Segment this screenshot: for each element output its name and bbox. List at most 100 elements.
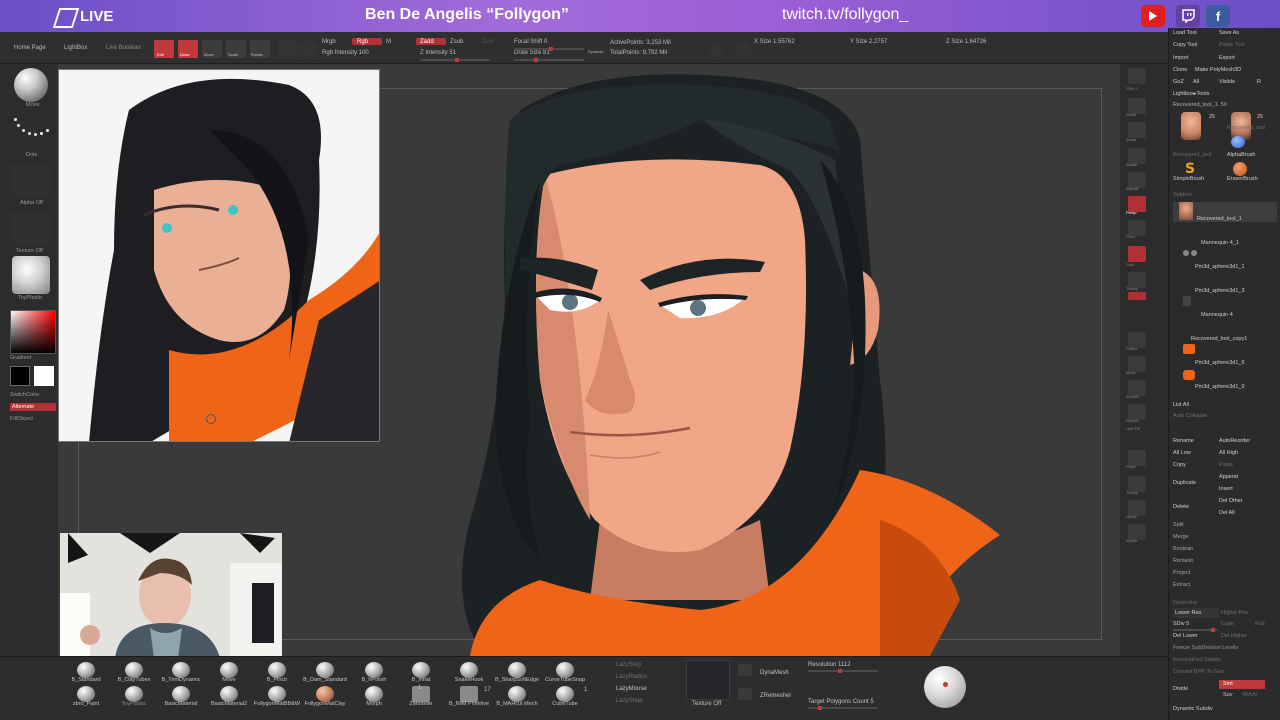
paste-button[interactable]: Paste bbox=[1219, 462, 1233, 468]
lightbox-tools-button[interactable]: Lightbox▸Tools bbox=[1173, 91, 1209, 97]
draw-size-slider[interactable]: Draw Size 81 bbox=[514, 50, 550, 56]
fill-object-button[interactable]: FillObject bbox=[10, 416, 33, 422]
freeze-subdiv-button[interactable]: Freeze SubDivision Levels bbox=[1173, 645, 1238, 651]
texture-slot[interactable] bbox=[10, 212, 50, 246]
target-polygons-slider[interactable]: Target Polygons Count 5 bbox=[808, 699, 874, 705]
solo-icon[interactable] bbox=[1128, 246, 1146, 262]
switch-color-button[interactable]: SwitchColor bbox=[10, 392, 39, 398]
rstr-button[interactable]: Rstr bbox=[1255, 621, 1265, 627]
cage-button[interactable]: Cage bbox=[1221, 621, 1234, 627]
z-intensity-track[interactable] bbox=[420, 58, 490, 62]
dynamic-toggle[interactable]: Dynamic bbox=[588, 49, 604, 54]
brush-icon[interactable] bbox=[125, 662, 143, 678]
reuv-toggle[interactable]: ReUV bbox=[1243, 692, 1258, 698]
project-menu[interactable]: Project bbox=[1173, 570, 1190, 576]
zoom-icon[interactable] bbox=[1128, 122, 1146, 138]
geometry-header[interactable]: Geometry bbox=[1173, 600, 1197, 606]
eraser-brush-icon[interactable] bbox=[1233, 162, 1247, 176]
lazy-step-slider[interactable]: LazyStep bbox=[616, 662, 641, 668]
mrgb-button[interactable]: Mrgb bbox=[322, 39, 336, 45]
brush-icon[interactable] bbox=[268, 662, 286, 678]
brush-icon[interactable] bbox=[316, 662, 334, 678]
draw-size-track[interactable] bbox=[514, 58, 584, 62]
auto-collapse-button[interactable]: Auto Collapse bbox=[1173, 413, 1207, 419]
clone-button[interactable]: Clone bbox=[1173, 67, 1187, 73]
divide-button[interactable]: Divide bbox=[1173, 686, 1188, 692]
make-polymesh-button[interactable]: Make PolyMesh3D bbox=[1195, 67, 1241, 73]
brush-icon[interactable] bbox=[412, 662, 430, 678]
merge-menu[interactable]: Merge bbox=[1173, 534, 1189, 540]
zcut-button[interactable]: Zcut bbox=[482, 39, 494, 45]
copy-tool-button[interactable]: Copy Tool bbox=[1173, 42, 1197, 48]
del-all-button[interactable]: Del All bbox=[1219, 510, 1235, 516]
texture-slot-bottom[interactable] bbox=[686, 660, 730, 700]
brush-icon[interactable] bbox=[220, 686, 238, 702]
resolution-slider[interactable]: Resolution 1112 bbox=[808, 662, 850, 668]
simple-brush-icon[interactable]: S bbox=[1185, 162, 1199, 176]
brush-icon[interactable] bbox=[268, 686, 286, 702]
eye-icon[interactable] bbox=[1191, 250, 1197, 256]
zremesher-icon[interactable] bbox=[738, 688, 752, 700]
lazy-mouse-toggle[interactable]: LazyMouse bbox=[616, 686, 647, 692]
del-higher-button[interactable]: Del Higher bbox=[1221, 633, 1247, 639]
zsub-button[interactable]: Zsub bbox=[450, 39, 463, 45]
save-as-button[interactable]: Save As bbox=[1219, 30, 1239, 36]
sdiv-slider[interactable]: SDiv 5 bbox=[1173, 621, 1189, 627]
zremesher-button[interactable]: ZRemesher bbox=[760, 693, 791, 699]
all-high-button[interactable]: All High bbox=[1219, 450, 1238, 456]
export-button[interactable]: Export bbox=[1219, 55, 1235, 61]
delete-button[interactable]: Delete bbox=[1173, 504, 1189, 510]
del-lower-button[interactable]: Del Lower bbox=[1173, 633, 1198, 639]
goz-visible-button[interactable]: Visible bbox=[1219, 79, 1235, 85]
brush-icon[interactable] bbox=[508, 686, 526, 702]
z-intensity-slider[interactable]: Z Intensity 51 bbox=[420, 50, 456, 56]
list-all-button[interactable]: List All bbox=[1173, 402, 1189, 408]
goz-button[interactable]: GoZ bbox=[1173, 79, 1184, 85]
secondary-color-swatch[interactable] bbox=[10, 366, 30, 386]
home-page-button[interactable]: Home Page bbox=[14, 45, 46, 51]
color-picker[interactable] bbox=[10, 310, 56, 354]
load-tool-button[interactable]: Load Tool bbox=[1173, 30, 1197, 36]
rename-button[interactable]: Rename bbox=[1173, 438, 1194, 444]
boolean-menu[interactable]: Boolean bbox=[1173, 546, 1193, 552]
higher-res-button[interactable]: Higher Res bbox=[1221, 610, 1249, 616]
brush-icon[interactable] bbox=[125, 686, 143, 702]
brush-icon[interactable] bbox=[365, 686, 383, 702]
alpha-slot[interactable] bbox=[10, 164, 50, 198]
tool-thumb-head[interactable] bbox=[1181, 112, 1201, 140]
dynamesh-icon[interactable] bbox=[738, 664, 752, 676]
brush-icon[interactable] bbox=[460, 686, 478, 702]
alpha-brush-icon[interactable] bbox=[1231, 136, 1245, 148]
brush-icon[interactable] bbox=[77, 686, 95, 702]
eye-icon[interactable] bbox=[1183, 250, 1189, 256]
lower-res-button[interactable]: Lower Res bbox=[1175, 610, 1201, 616]
split-menu[interactable]: Split bbox=[1173, 522, 1184, 528]
subtool-header[interactable]: Subtool bbox=[1173, 192, 1192, 198]
main-color-swatch[interactable] bbox=[34, 366, 54, 386]
brush-icon[interactable] bbox=[460, 662, 478, 678]
suv-toggle[interactable]: Suv bbox=[1223, 692, 1232, 698]
sdiv-track[interactable] bbox=[1173, 628, 1217, 632]
brush-icon[interactable] bbox=[556, 686, 574, 702]
lazy-radius-slider[interactable]: LazyRadius bbox=[616, 674, 647, 680]
del-other-button[interactable]: Del Other bbox=[1219, 498, 1243, 504]
auto-reorder-button[interactable]: AutoReorder bbox=[1219, 438, 1250, 444]
brush-icon[interactable] bbox=[508, 662, 526, 678]
append-button[interactable]: Append bbox=[1219, 474, 1238, 480]
lightbox-button[interactable]: LightBox bbox=[64, 45, 87, 51]
copy-button[interactable]: Copy bbox=[1173, 462, 1186, 468]
dynamesh-button[interactable]: DynaMesh bbox=[760, 670, 789, 676]
stroke-dots-icon[interactable] bbox=[12, 116, 52, 146]
target-icon[interactable] bbox=[708, 42, 724, 58]
reconstruct-subdiv-button[interactable]: Reconstruct Subdiv bbox=[1173, 657, 1221, 663]
remesh-menu[interactable]: Remesh bbox=[1173, 558, 1193, 564]
focal-shift-slider[interactable]: Focal Shift 0 bbox=[514, 39, 547, 45]
brush-icon[interactable] bbox=[220, 662, 238, 678]
brush-icon[interactable] bbox=[365, 662, 383, 678]
resolution-track[interactable] bbox=[808, 669, 878, 673]
rgb-intensity-slider[interactable]: Rgb Intensity 100 bbox=[322, 50, 369, 56]
goz-all-button[interactable]: All bbox=[1193, 79, 1199, 85]
symmetry-button[interactable] bbox=[298, 40, 318, 58]
live-boolean-button[interactable]: Live Boolean bbox=[106, 45, 141, 51]
polyframe-button[interactable] bbox=[278, 40, 298, 58]
